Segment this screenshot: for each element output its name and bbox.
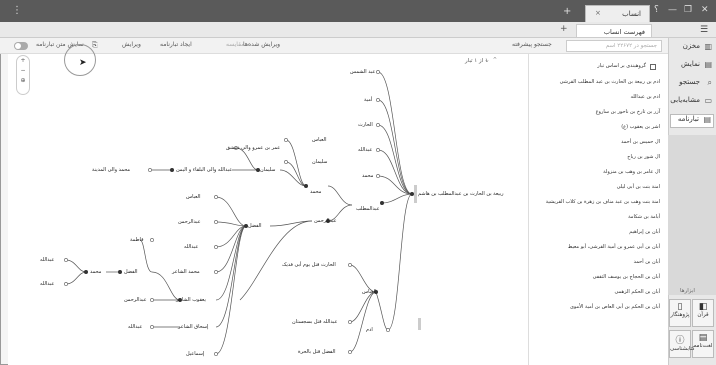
tree-node[interactable]: عبد الشمس (350, 69, 375, 75)
sidebar-item-label: تبارنامه (677, 115, 699, 123)
dictionary-button[interactable]: ▤ لغت‌نامه (692, 330, 714, 358)
tree-node[interactable]: العباس (312, 137, 326, 143)
sidebar-item-similar[interactable]: ▭ مشابه‌یابی (670, 96, 714, 110)
list-item[interactable]: ال حمیس بن أحمد (621, 139, 660, 145)
list-item[interactable]: ادم بن ربیعة بن الحارث بن عبد المطلب الق… (560, 79, 660, 85)
sidebar-empty (668, 135, 716, 295)
notes-button[interactable]: ▯ پژوهنگار (669, 299, 691, 327)
tree-node[interactable]: عمر بن عمرو والی دمشق (226, 145, 280, 151)
sidebar-item-label: نمایش (680, 60, 700, 68)
list-item[interactable]: امنة بنت بن أبی لیلی (617, 184, 660, 190)
button-label: پژوهنگار (670, 312, 690, 318)
tree-node[interactable]: عبدالرحمن (178, 219, 201, 225)
button-label: لغت‌نامه (693, 343, 713, 349)
list-item[interactable]: ال شور بن رباح (627, 154, 660, 160)
tree-node[interactable]: عبدالله (128, 324, 142, 330)
selection-marker (414, 185, 417, 203)
sidebar-item-library[interactable]: ▥ مخزن (670, 42, 714, 56)
list-item[interactable]: اشر بن یعقوب (ع) (621, 124, 660, 130)
tree-node[interactable]: یعقوب الشاعر (176, 297, 206, 303)
checkbox-label: گروهبندی بر اساس تبار (597, 63, 646, 69)
name-list-panel (528, 54, 668, 365)
list-item[interactable]: أبان بن إبراهیم (629, 229, 660, 235)
tree-node[interactable]: عبدالله قتل بسجستان (292, 319, 337, 325)
list-item[interactable]: ال عامر بن وهب بن منزولة (603, 169, 660, 175)
tree-node-adam[interactable]: ادم (366, 327, 373, 333)
tree-node-abbas[interactable]: العباس (362, 289, 376, 295)
tree-node[interactable]: سلیمان (312, 159, 327, 165)
tree-node-root[interactable]: ربیعة بن الحارث بن عبدالمطلب بن هاشم (418, 191, 504, 197)
display-icon: ▤ (704, 60, 712, 69)
tree-node[interactable]: عبدالله (184, 244, 198, 250)
sidebar-item-display[interactable]: ▤ نمایش (670, 60, 714, 74)
tree-node[interactable]: عبدالرحمن (124, 297, 147, 303)
tree-node[interactable]: الفضل قتل بالحرة (298, 349, 335, 355)
quran-icon: ◧ (698, 302, 708, 312)
list-item[interactable]: امنة بنت وهب بن عبد مناف بن زهرة بن کلاب… (546, 199, 660, 205)
tree-node-sulayman[interactable]: سلیمان (260, 167, 275, 173)
tree-node[interactable]: عبدالله (40, 281, 54, 287)
search-icon: ⌕ (707, 78, 712, 87)
tree-node[interactable]: محمد (90, 269, 101, 275)
list-item[interactable]: أبان بن أبی عمرو بن أمیة القرشی، أبو معی… (568, 244, 660, 250)
sidebar-item-label: مشابه‌یابی (670, 96, 700, 104)
dictionary-icon: ▤ (698, 333, 708, 343)
tree-node[interactable]: الفضل (124, 269, 138, 275)
button-label: قرآن (697, 312, 709, 318)
notes-icon: ▯ (677, 302, 683, 312)
list-item[interactable]: آزر بن تارخ بن ناحور بن ساروغ (596, 109, 660, 115)
tools-label: ابزارها (680, 288, 695, 294)
tree-node[interactable]: عبدالله (40, 257, 54, 263)
library-icon: ▥ (704, 42, 712, 51)
list-item[interactable]: أبان بن الحکم بن أبی العاص بن أمیة الأمو… (570, 304, 660, 310)
tree-node[interactable]: فاطمة (130, 237, 143, 243)
sidebar-item-label: مخزن (682, 42, 700, 50)
tree-node[interactable]: إسماعیل (186, 351, 204, 357)
selection-marker (418, 318, 421, 330)
tree-node-muhammad[interactable]: محمد (310, 189, 321, 195)
tree-icon: ▤ (703, 115, 711, 124)
list-item[interactable]: أبان بن الحجاج بن یوسف الثقفی (593, 274, 660, 280)
tree-node[interactable]: محمد (362, 173, 373, 179)
button-label: کتابشناسی (670, 346, 695, 352)
sidebar-item-tree[interactable]: ▤ تبارنامه (670, 114, 714, 128)
tree-node[interactable]: العباس (186, 194, 200, 200)
tree-node[interactable]: الحارث (358, 122, 373, 128)
list-item[interactable]: أبان بن أحمد (634, 259, 660, 265)
list-item[interactable]: أبامة بن شکامة (628, 214, 660, 220)
tree-node-abd-rahman[interactable]: عبدالرحمن (314, 218, 337, 224)
quran-button[interactable]: ◧ قرآن (692, 299, 714, 327)
tree-node[interactable]: إسحاق الشاعر (178, 324, 208, 330)
bibliography-icon: ⓘ (675, 336, 685, 346)
tree-node[interactable]: محمد الشاعر (172, 269, 200, 275)
sidebar-item-search[interactable]: ⌕ جستجو (670, 78, 714, 92)
list-item[interactable]: ادم بن عبدالله (631, 94, 660, 100)
tree-node-fadl[interactable]: الفضل (248, 223, 262, 229)
list-item[interactable]: أبان بن الحکم الزهمی (614, 289, 660, 295)
group-by-tree-checkbox[interactable] (650, 64, 656, 70)
bibliography-button[interactable]: ⓘ کتابشناسی (669, 330, 695, 358)
tree-node-abd-muttalib[interactable]: عبدالمطلب (356, 206, 380, 212)
sidebar-item-label: جستجو (679, 78, 700, 86)
tree-node[interactable]: محمد والی المدینة (92, 167, 130, 173)
tree-node[interactable]: أمیة (364, 97, 372, 103)
tree-node[interactable]: عبدالله (358, 147, 372, 153)
tree-node[interactable]: الحارث قتل یوم أبی فدیک (282, 262, 336, 268)
similar-icon: ▭ (704, 96, 712, 105)
tree-node[interactable]: عبدالله والی البلقاء و الیمن (176, 167, 232, 173)
